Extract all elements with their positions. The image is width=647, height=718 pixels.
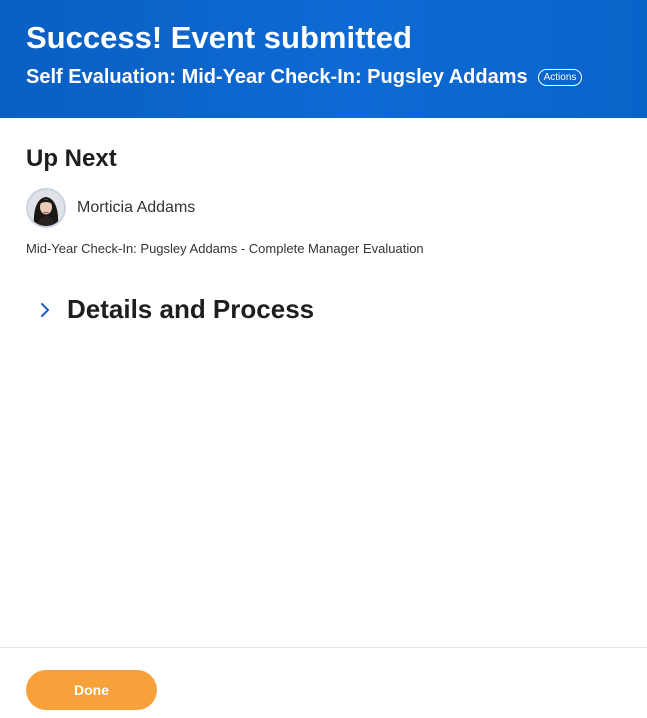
up-next-heading: Up Next	[26, 145, 117, 172]
actions-button[interactable]: Actions	[537, 69, 583, 86]
assignee-name[interactable]: Morticia Addams	[77, 199, 195, 217]
event-subtitle: Self Evaluation: Mid-Year Check-In: Pugs…	[26, 66, 528, 88]
avatar	[26, 188, 66, 228]
details-and-process-label[interactable]: Details and Process	[67, 294, 314, 325]
page-title: Success! Event submitted	[26, 20, 412, 55]
details-and-process-toggle[interactable]: Details and Process	[38, 294, 314, 325]
page: Success! Event submitted Self Evaluation…	[0, 0, 647, 718]
event-subtitle-row: Self Evaluation: Mid-Year Check-In: Pugs…	[26, 66, 583, 89]
person-photo-icon	[28, 190, 64, 226]
assignee-row: Morticia Addams	[26, 188, 195, 228]
success-header: Success! Event submitted Self Evaluation…	[0, 0, 647, 118]
next-task-description: Mid-Year Check-In: Pugsley Addams - Comp…	[26, 241, 424, 256]
footer-divider	[0, 647, 647, 648]
done-button[interactable]: Done	[26, 670, 157, 710]
chevron-right-icon[interactable]	[38, 300, 52, 320]
